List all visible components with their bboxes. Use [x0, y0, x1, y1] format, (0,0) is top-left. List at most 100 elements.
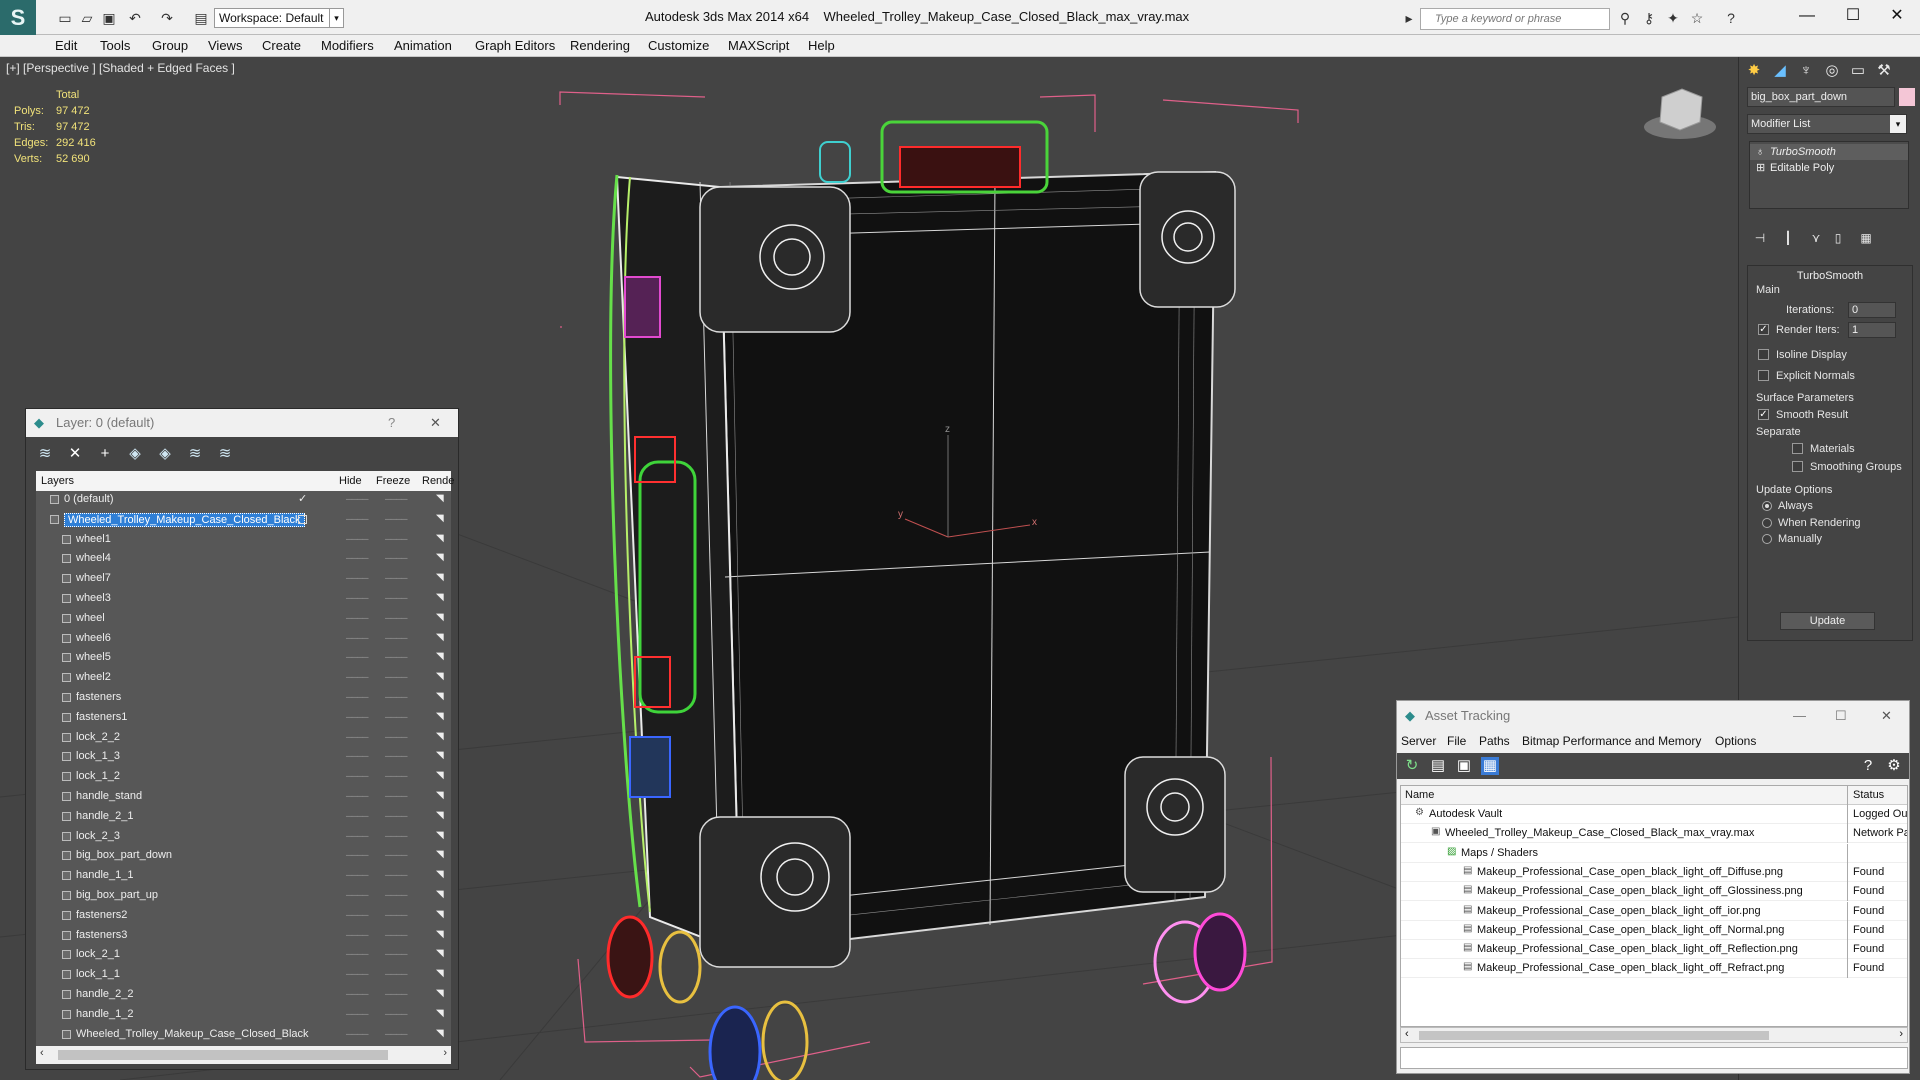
layer-name[interactable]: big_box_part_up — [76, 889, 158, 901]
hide-toggle[interactable]: ──── — [346, 1029, 368, 1039]
undo-icon[interactable]: ↶ — [126, 9, 144, 27]
when-rendering-radio[interactable] — [1762, 518, 1772, 528]
layer-row[interactable]: fasteners2 ──── ──── ◥ — [36, 907, 451, 926]
col-status[interactable]: Status — [1853, 789, 1884, 801]
explicit-normals-checkbox[interactable] — [1758, 370, 1769, 381]
layer-name[interactable]: wheel4 — [76, 552, 111, 564]
scroll-right-icon[interactable]: › — [1899, 1028, 1903, 1040]
workspace-dropdown[interactable]: Workspace: Default ▾ — [214, 8, 344, 28]
freeze-toggle[interactable]: ──── — [385, 494, 407, 504]
freeze-toggle[interactable]: ──── — [385, 831, 407, 841]
asset-row[interactable]: ▤ Makeup_Professional_Case_open_black_lig… — [1401, 920, 1907, 940]
hide-all-icon[interactable]: ≋ — [186, 445, 204, 463]
layer-name[interactable]: lock_2_2 — [76, 731, 120, 743]
render-teapot-icon[interactable]: ◥ — [436, 849, 444, 860]
freeze-toggle[interactable]: ──── — [385, 553, 407, 563]
delete-layer-icon[interactable]: ✕ — [66, 445, 84, 463]
freeze-toggle[interactable]: ──── — [385, 890, 407, 900]
search-input[interactable]: Type a keyword or phrase — [1420, 8, 1610, 30]
layer-name[interactable]: lock_1_1 — [76, 968, 120, 980]
asset-hscrollbar[interactable]: ‹ › — [1400, 1027, 1908, 1043]
layer-row[interactable]: lock_1_2 ──── ──── ◥ — [36, 768, 451, 787]
set-current-box-icon[interactable] — [298, 514, 307, 524]
render-teapot-icon[interactable]: ◥ — [436, 889, 444, 900]
hide-toggle[interactable]: ──── — [346, 652, 368, 662]
freeze-toggle[interactable]: ──── — [385, 672, 407, 682]
layer-name[interactable]: wheel6 — [76, 632, 111, 644]
layer-name[interactable]: lock_2_3 — [76, 830, 120, 842]
render-teapot-icon[interactable]: ◥ — [436, 750, 444, 761]
stack-item-editable-poly[interactable]: ⊞ Editable Poly — [1750, 160, 1908, 176]
render-teapot-icon[interactable]: ◥ — [436, 533, 444, 544]
layer-hscrollbar[interactable]: ‹ › — [36, 1046, 451, 1064]
hide-toggle[interactable]: ──── — [346, 949, 368, 959]
table-view-icon[interactable]: ▦ — [1481, 757, 1499, 775]
hide-toggle[interactable]: ──── — [346, 732, 368, 742]
col-render[interactable]: Rende — [422, 475, 454, 487]
maximize-icon[interactable]: ☐ — [1835, 701, 1847, 731]
asset-row[interactable]: ▣ Wheeled_Trolley_Makeup_Case_Closed_Blac… — [1401, 824, 1907, 844]
select-objects-icon[interactable]: ◈ — [126, 445, 144, 463]
layer-row[interactable]: fasteners1 ──── ──── ◥ — [36, 709, 451, 728]
maximize-button[interactable]: ☐ — [1830, 2, 1876, 30]
layer-name[interactable]: wheel5 — [76, 651, 111, 663]
freeze-toggle[interactable]: ──── — [385, 870, 407, 880]
layer-row[interactable]: 0 (default) ✓ ──── ──── ◥ — [36, 491, 451, 510]
asset-row[interactable]: ⚙ Autodesk Vault Logged Ou — [1401, 805, 1907, 824]
render-teapot-icon[interactable]: ◥ — [436, 632, 444, 643]
manually-radio[interactable] — [1762, 534, 1772, 544]
layer-name[interactable]: 0 (default) — [64, 493, 114, 505]
asset-titlebar[interactable]: ◆ Asset Tracking — ☐ ✕ — [1397, 701, 1909, 731]
freeze-toggle[interactable]: ──── — [385, 969, 407, 979]
render-teapot-icon[interactable]: ◥ — [436, 770, 444, 781]
scroll-thumb[interactable] — [58, 1050, 388, 1060]
menu-rendering[interactable]: Rendering — [570, 38, 630, 53]
hide-toggle[interactable]: ──── — [346, 1009, 368, 1019]
object-color-swatch[interactable] — [1899, 88, 1915, 106]
layer-row[interactable]: lock_1_3 ──── ──── ◥ — [36, 748, 451, 767]
scroll-right-icon[interactable]: › — [443, 1047, 447, 1059]
freeze-toggle[interactable]: ──── — [385, 989, 407, 999]
render-teapot-icon[interactable]: ◥ — [436, 790, 444, 801]
hide-toggle[interactable]: ──── — [346, 791, 368, 801]
stack-item-turbosmooth[interactable]: ♁ TurboSmooth — [1750, 144, 1908, 160]
show-end-result-icon[interactable]: ┃ — [1777, 227, 1799, 249]
layer-row[interactable]: wheel1 ──── ──── ◥ — [36, 531, 451, 550]
project-icon[interactable]: ▤ — [192, 9, 210, 27]
utilities-tab-icon[interactable]: ⚒ — [1873, 60, 1895, 82]
save-icon[interactable]: ▣ — [100, 9, 118, 27]
layer-row[interactable]: handle_1_2 ──── ──── ◥ — [36, 1006, 451, 1025]
hide-toggle[interactable]: ──── — [346, 870, 368, 880]
layer-row[interactable]: fasteners3 ──── ──── ◥ — [36, 927, 451, 946]
hide-toggle[interactable]: ──── — [346, 930, 368, 940]
always-radio[interactable] — [1762, 501, 1772, 511]
subscription-icon[interactable]: ⚷ — [1640, 9, 1658, 27]
isoline-checkbox[interactable] — [1758, 349, 1769, 360]
layer-row[interactable]: big_box_part_down ──── ──── ◥ — [36, 847, 451, 866]
layer-name[interactable]: handle_1_1 — [76, 869, 134, 881]
hide-toggle[interactable]: ──── — [346, 613, 368, 623]
expand-search-icon[interactable]: ▸ — [1400, 9, 1418, 27]
minimize-icon[interactable]: — — [1793, 701, 1806, 731]
hide-toggle[interactable]: ──── — [346, 553, 368, 563]
update-button[interactable]: Update — [1780, 612, 1875, 630]
hide-toggle[interactable]: ──── — [346, 989, 368, 999]
modify-tab-icon[interactable]: ◢ — [1769, 60, 1791, 82]
freeze-toggle[interactable]: ──── — [385, 910, 407, 920]
layer-name[interactable]: wheel1 — [76, 533, 111, 545]
scroll-left-icon[interactable]: ‹ — [40, 1047, 44, 1059]
freeze-toggle[interactable]: ──── — [385, 1009, 407, 1019]
render-iters-spinner[interactable]: 1 — [1848, 322, 1896, 338]
col-freeze[interactable]: Freeze — [376, 475, 410, 487]
layer-name[interactable]: fasteners1 — [76, 711, 127, 723]
smoothing-groups-checkbox[interactable] — [1792, 461, 1803, 472]
hide-toggle[interactable]: ──── — [346, 771, 368, 781]
layer-name[interactable]: handle_1_2 — [76, 1008, 134, 1020]
freeze-toggle[interactable]: ──── — [385, 850, 407, 860]
freeze-toggle[interactable]: ──── — [385, 930, 407, 940]
hierarchy-tab-icon[interactable]: ♆ — [1795, 60, 1817, 82]
communication-icon[interactable]: ✦ — [1664, 9, 1682, 27]
layer-row[interactable]: handle_2_2 ──── ──── ◥ — [36, 986, 451, 1005]
render-teapot-icon[interactable]: ◥ — [436, 948, 444, 959]
remove-modifier-icon[interactable]: ▯ — [1827, 227, 1849, 249]
